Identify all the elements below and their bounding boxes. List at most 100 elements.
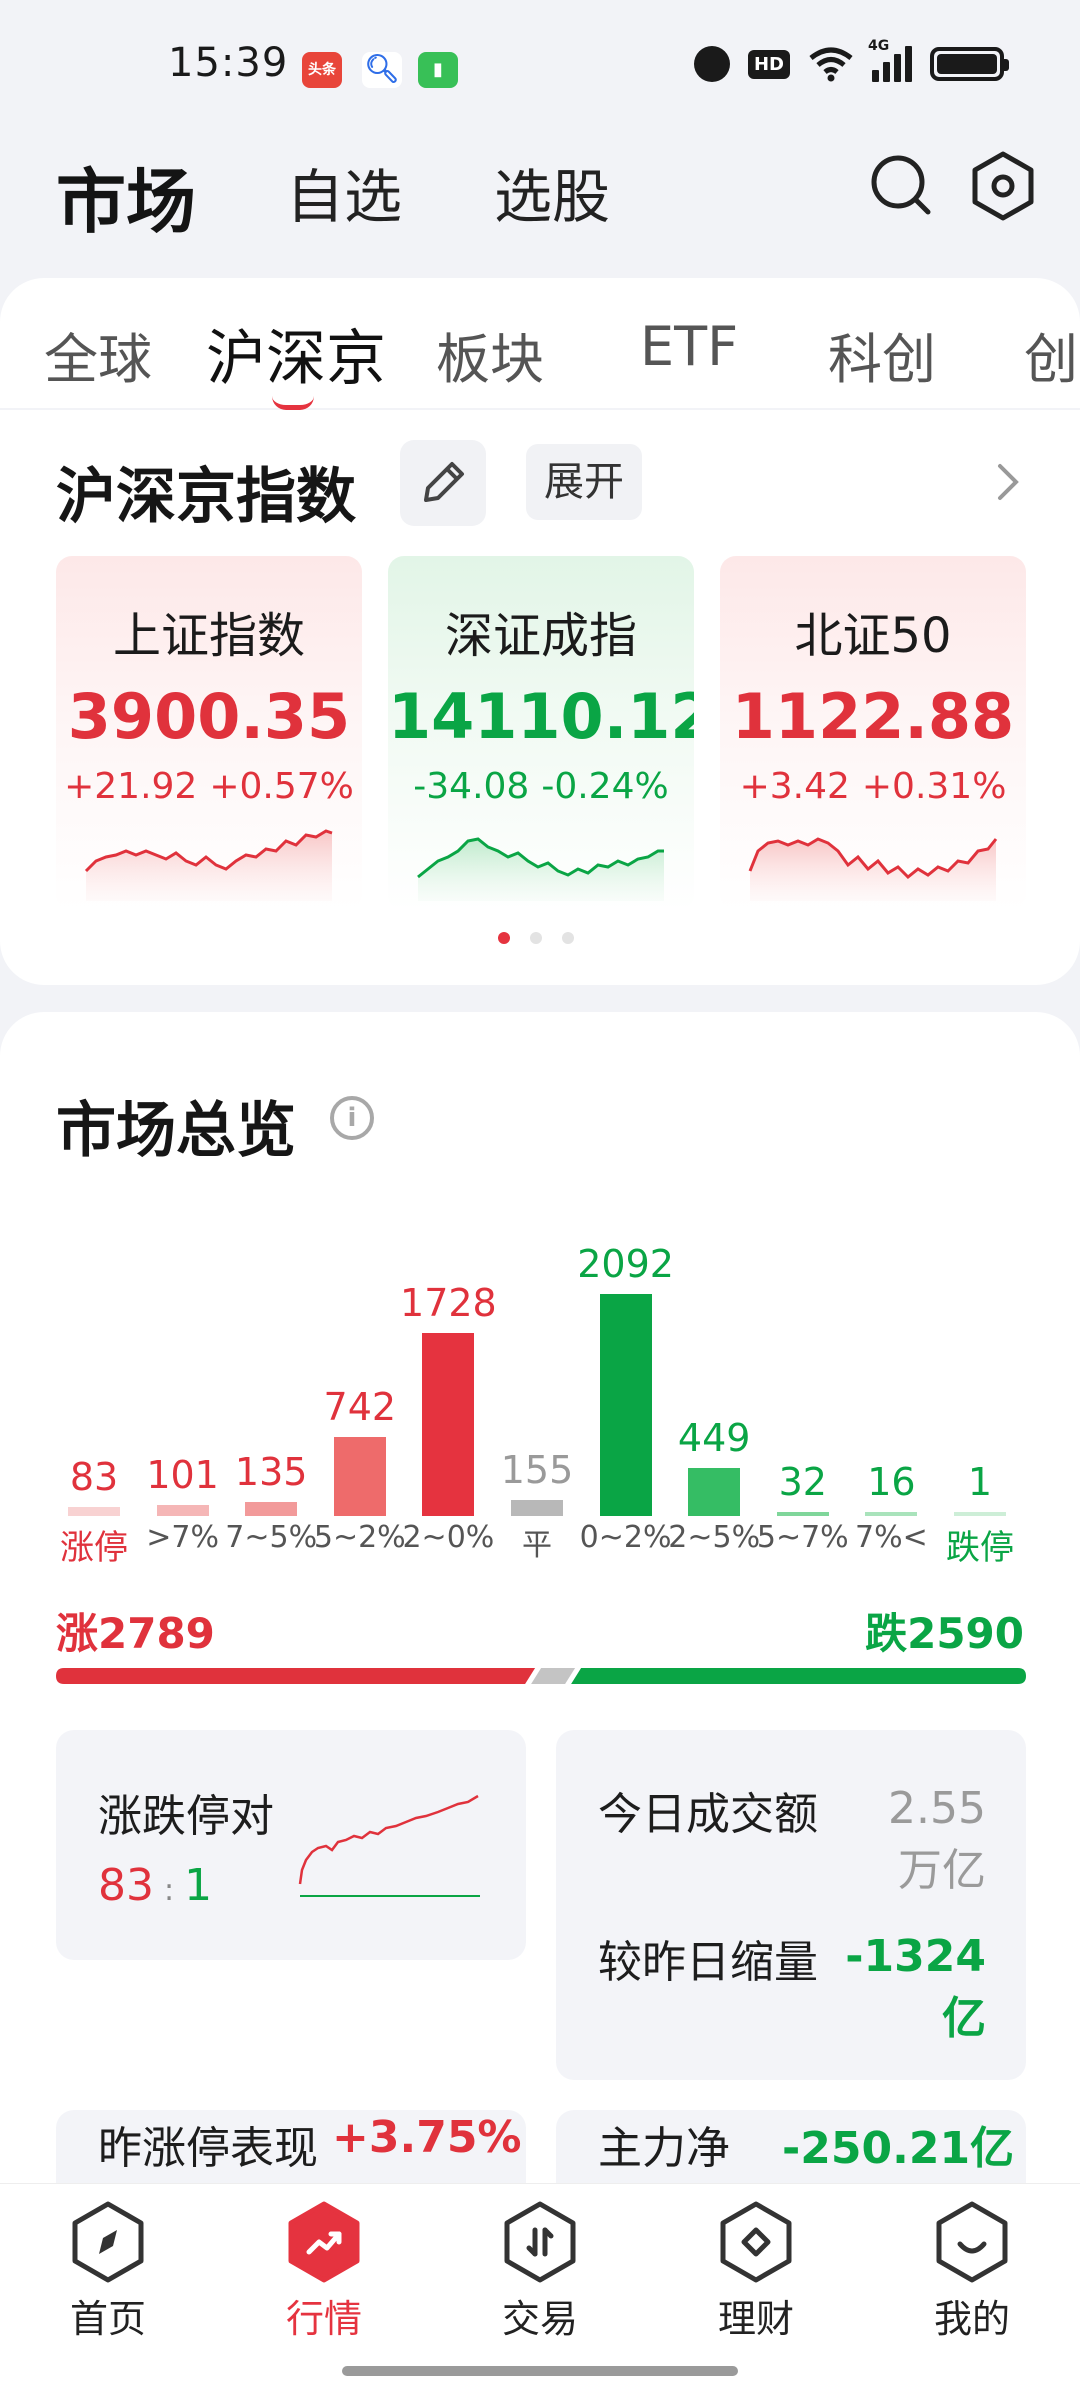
index-name: 上证指数	[112, 608, 305, 664]
index-change: +3.42 +0.31%	[739, 766, 1007, 807]
distribution-value: 135	[234, 1450, 308, 1494]
distribution-label: 2~5%	[668, 1520, 761, 1555]
profile-icon	[936, 2201, 1008, 2283]
main-flow-value: -250.21亿	[782, 2123, 1015, 2174]
nav-label: 首页	[69, 2297, 146, 2341]
turnover-value: 2.55万亿	[888, 1783, 986, 1896]
index-value: 14110.12	[388, 680, 694, 753]
limit-pair-values: 83:1	[98, 1860, 213, 1911]
distribution-bar	[68, 1507, 120, 1516]
pencil-icon	[424, 462, 464, 502]
index-change: +21.92 +0.57%	[64, 766, 354, 807]
hd-badge: HD	[747, 49, 790, 79]
distribution-value: 1	[967, 1460, 993, 1504]
distribution-label: >7%	[146, 1520, 219, 1555]
market-tab-star[interactable]: 科创	[828, 315, 936, 394]
distribution-label: 5~2%	[313, 1520, 406, 1555]
market-tab-global[interactable]: 全球	[44, 315, 152, 394]
distribution-bar	[599, 1294, 652, 1516]
distribution-bar	[865, 1512, 918, 1516]
turnover-compare-label: 较昨日缩量	[598, 1937, 818, 1988]
index-card-shenzhen[interactable]: 深证成指 14110.12 -34.08 -0.24%	[388, 556, 694, 911]
turnover-compare-value: -1324亿	[845, 1931, 986, 2044]
status-time: 15:39	[168, 40, 289, 86]
distribution-bar	[688, 1468, 741, 1516]
nav-trade[interactable]: 交易	[470, 2200, 610, 2343]
carousel-dot[interactable]	[562, 932, 574, 944]
distribution-bar	[422, 1333, 475, 1516]
edit-button[interactable]	[400, 440, 486, 526]
search-icon[interactable]	[868, 152, 934, 218]
distribution-bar	[333, 1437, 386, 1516]
market-tab-sector[interactable]: 板块	[436, 315, 544, 394]
distribution-value: 2092	[577, 1242, 674, 1286]
sparkline-bz50	[748, 837, 998, 901]
search-app-icon: 🔍︎	[362, 52, 402, 88]
compass-icon	[72, 2201, 144, 2283]
wifi-icon	[809, 47, 853, 82]
turnover-card[interactable]: 今日成交额 2.55万亿 较昨日缩量 -1324亿	[556, 1730, 1026, 2080]
message-app-icon: ▮	[418, 52, 458, 88]
rise-count: 涨2789	[56, 1609, 215, 1658]
home-indicator[interactable]	[342, 2366, 738, 2376]
prev-limit-title: 昨涨停表现	[98, 2123, 318, 2174]
tab-stock-picker[interactable]: 选股	[494, 150, 610, 234]
nav-quotes[interactable]: 行情	[254, 2200, 394, 2343]
index-value: 1122.88	[731, 680, 1015, 753]
rise-segment	[56, 1668, 536, 1684]
index-card-bz50[interactable]: 北证50 1122.88 +3.42 +0.31%	[720, 556, 1026, 911]
signal-icon: 4G	[868, 38, 912, 82]
nav-label: 我的	[933, 2297, 1010, 2341]
index-section-title: 沪深京指数	[56, 462, 356, 532]
limit-pair-card[interactable]: 涨跌停对 83:1	[56, 1730, 526, 1960]
distribution-label: 0~2%	[579, 1520, 672, 1555]
sparkline-shanghai	[84, 829, 333, 901]
distribution-label: 平	[522, 1528, 552, 1563]
index-card-shanghai[interactable]: 上证指数 3900.35 +21.92 +0.57%	[56, 556, 362, 911]
expand-button[interactable]: 展开	[526, 444, 642, 520]
carousel-dot[interactable]	[498, 932, 510, 944]
settings-icon[interactable]	[968, 150, 1038, 222]
distribution-bar	[954, 1512, 1006, 1516]
index-name: 北证50	[794, 608, 952, 664]
nav-label: 理财	[717, 2297, 794, 2341]
market-tab-chinext[interactable]: 创	[1024, 315, 1078, 394]
distribution-label: 5~7%	[756, 1520, 849, 1555]
market-tab-etf[interactable]: ETF	[640, 315, 738, 378]
nav-profile[interactable]: 我的	[902, 2200, 1042, 2343]
distribution-label: 涨停	[60, 1528, 128, 1568]
distribution-value: 16	[867, 1460, 916, 1504]
distribution-bar	[776, 1512, 829, 1516]
trend-icon	[288, 2201, 360, 2283]
distribution-label: 7%<	[855, 1520, 928, 1555]
distribution-value: 101	[146, 1453, 219, 1497]
carousel-dots	[498, 932, 574, 944]
toutiao-icon: 头条	[302, 52, 342, 88]
nav-home[interactable]: 首页	[38, 2200, 178, 2343]
chevron-right-icon[interactable]	[994, 460, 1022, 504]
nav-wealth[interactable]: 理财	[686, 2200, 826, 2343]
info-icon[interactable]: i	[330, 1096, 374, 1140]
fall-segment	[571, 1668, 1026, 1684]
flat-segment	[531, 1668, 576, 1684]
status-bar: 15:39 头条 🔍︎ ▮ HD 4G	[0, 0, 1080, 130]
rise-fall-ratio-bar	[56, 1668, 1026, 1684]
tab-market[interactable]: 市场	[56, 146, 196, 247]
tab-watchlist[interactable]: 自选	[286, 150, 402, 234]
carousel-dot[interactable]	[530, 932, 542, 944]
distribution-value: 32	[778, 1460, 827, 1504]
distribution-bar	[156, 1505, 209, 1516]
distribution-label: 2~0%	[402, 1520, 495, 1555]
market-tab-hushenjing[interactable]: 沪深京	[206, 310, 386, 397]
alarm-icon	[693, 46, 730, 82]
battery-icon	[930, 47, 1009, 81]
main-flow-title: 主力净	[598, 2123, 730, 2174]
sparkline-shenzhen	[417, 837, 664, 901]
nav-label: 交易	[501, 2297, 578, 2341]
distribution-value: 1728	[400, 1281, 497, 1325]
distribution-label: 跌停	[946, 1528, 1014, 1568]
prev-limit-value: +3.75%	[332, 2112, 522, 2163]
index-change: -34.08 -0.24%	[413, 766, 669, 807]
fall-count: 跌2590	[865, 1609, 1024, 1658]
overview-title: 市场总览	[56, 1096, 296, 1166]
